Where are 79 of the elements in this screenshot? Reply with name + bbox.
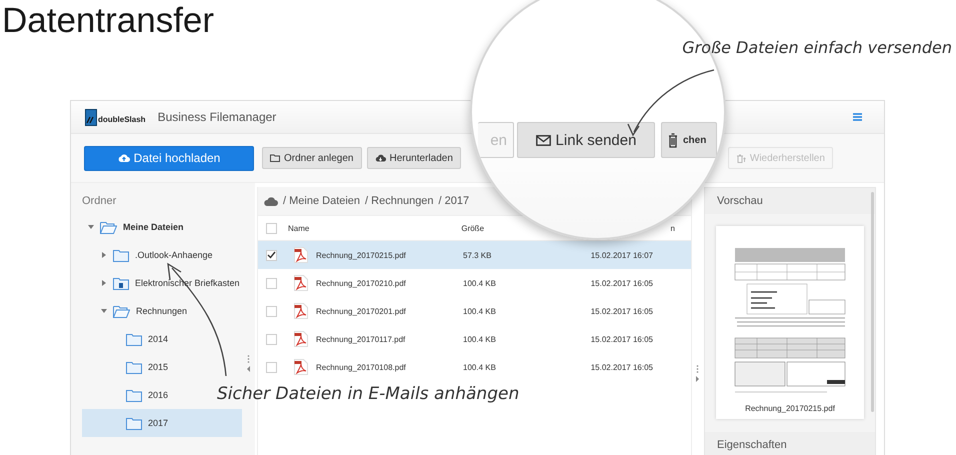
file-size: 100.4 KB [463, 362, 497, 372]
open-folder-icon [100, 220, 117, 234]
checkbox[interactable] [266, 334, 277, 344]
tree-item[interactable]: 2015 [82, 353, 172, 381]
envelope-icon [536, 134, 551, 146]
pdf-file-icon [294, 275, 308, 291]
page-title: Datentransfer [1, 0, 216, 42]
column-header[interactable]: n [670, 224, 675, 232]
column-header[interactable]: Größe [461, 224, 484, 232]
download-icon [374, 154, 386, 162]
checkbox[interactable] [266, 250, 277, 260]
breadcrumb-link[interactable]: / Rechnungen [365, 195, 434, 207]
column-header[interactable]: Name [288, 224, 310, 232]
file-name: Rechnung_20170108.pdf [316, 362, 407, 372]
folder-icon [126, 360, 142, 374]
file-date: 15.02.2017 16:05 [590, 306, 653, 316]
app-name: Business Filemanager [158, 110, 276, 124]
tree-item[interactable]: .Outlook-Anhaenge [82, 241, 217, 269]
restore-icon [736, 154, 746, 162]
file-size: 100.4 KB [463, 278, 497, 288]
tree-item[interactable]: 2017 [82, 409, 242, 437]
breadcrumb-link[interactable]: / Meine Dateien [283, 195, 360, 207]
file-name: Rechnung_20170117.pdf [316, 334, 406, 344]
checkbox[interactable] [266, 222, 277, 234]
file-row[interactable]: Rechnung_20170215.pdf 57.3 KB 15.02.2017 16:07 [258, 241, 691, 269]
file-date: 15.02.2017 16:05 [590, 334, 653, 344]
caret-down-icon[interactable] [101, 308, 107, 314]
trash-icon [668, 132, 678, 148]
checkbox[interactable] [266, 362, 277, 372]
pdf-file-icon [294, 331, 308, 347]
file-name: Rechnung_20170210.pdf [316, 278, 407, 288]
toolbar-button[interactable]: Datei hochladen [84, 146, 254, 170]
caret-right-icon[interactable] [101, 280, 107, 286]
checkbox[interactable] [266, 306, 277, 316]
checkbox[interactable] [266, 278, 277, 288]
folder-icon [113, 248, 129, 262]
file-name: Rechnung_20170215.pdf [745, 404, 835, 413]
file-name: Rechnung_20170215.pdf [316, 250, 407, 260]
file-row[interactable]: Rechnung_20170108.pdf 100.4 KB 15.02.2017 16:05 [258, 353, 691, 381]
tree-item[interactable]: Meine Dateien [82, 213, 188, 241]
section-header[interactable]: Vorschau [705, 188, 875, 214]
magnified-button[interactable]: Link senden [517, 122, 655, 158]
annotation-text: Sicher Dateien in E-Mails anhängen [217, 384, 520, 404]
toolbar-button[interactable]: Ordner anlegen [262, 147, 362, 169]
cloud-icon [264, 196, 278, 206]
file-row[interactable]: Rechnung_20170210.pdf 100.4 KB 15.02.2017 16:05 [258, 269, 691, 297]
section-header[interactable]: Eigenschaften [705, 432, 875, 455]
tree-item[interactable]: 2014 [82, 325, 172, 353]
pdf-file-icon [294, 247, 308, 263]
file-date: 15.02.2017 16:07 [590, 250, 653, 260]
file-date: 15.02.2017 16:05 [590, 362, 653, 372]
annotation-text: Große Dateien einfach versenden [682, 38, 952, 57]
logo-icon [85, 108, 97, 126]
tree-item[interactable]: Rechnungen [82, 297, 192, 325]
breadcrumb-link[interactable]: / 2017 [438, 195, 470, 207]
pdf-file-icon [294, 359, 308, 375]
folder-icon [270, 154, 280, 162]
panel-title: Ordner [82, 195, 118, 207]
file-size: 100.4 KB [463, 306, 497, 316]
file-size: 100.4 KB [463, 334, 497, 344]
file-name: Rechnung_20170201.pdf [316, 306, 407, 316]
file-row[interactable]: Rechnung_20170201.pdf 100.4 KB 15.02.2017 16:05 [258, 297, 691, 325]
magnified-button[interactable]: chen [661, 122, 717, 158]
file-size: 57.3 KB [463, 250, 492, 260]
folder-icon [126, 388, 142, 402]
caret-right-icon[interactable] [101, 252, 107, 258]
pdf-file-icon [294, 303, 308, 319]
mailbox-folder-icon [113, 276, 129, 290]
menu-icon[interactable] [853, 113, 862, 121]
tree-item[interactable]: 2016 [82, 381, 172, 409]
brand-name: doubleSlash [98, 115, 146, 124]
open-folder-icon [113, 304, 130, 318]
folder-icon [126, 332, 142, 346]
caret-down-icon[interactable] [88, 224, 94, 230]
folder-icon [126, 416, 142, 430]
upload-icon [118, 153, 130, 163]
file-row[interactable]: Rechnung_20170117.pdf 100.4 KB 15.02.2017 16:05 [258, 325, 691, 353]
file-date: 15.02.2017 16:05 [590, 278, 653, 288]
toolbar-button[interactable]: Herunterladen [366, 147, 461, 169]
